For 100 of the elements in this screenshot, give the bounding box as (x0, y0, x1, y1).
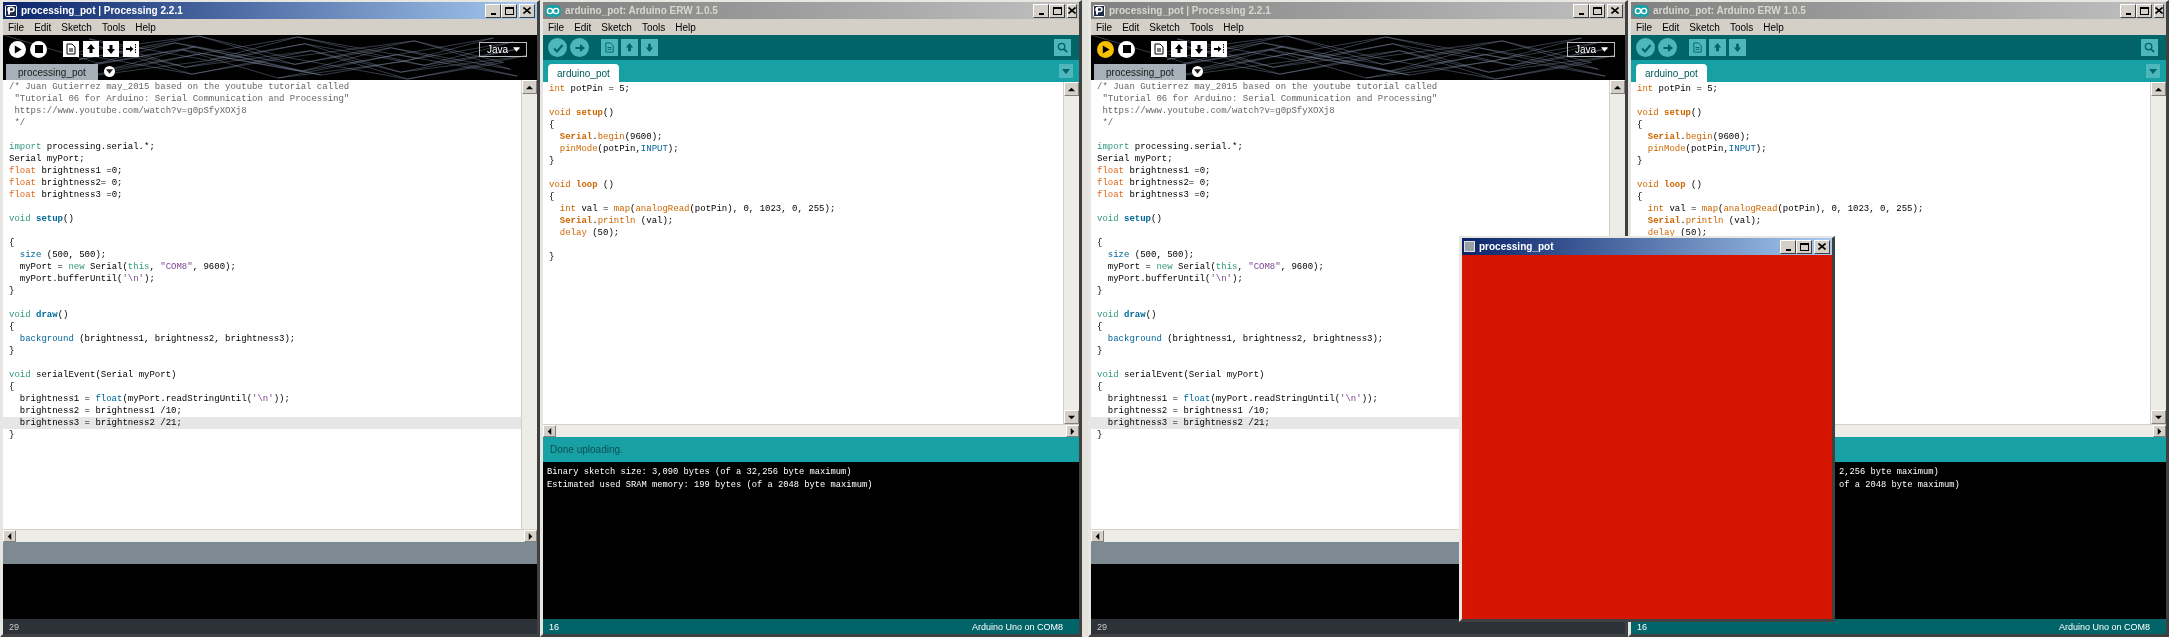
editor-tab[interactable]: arduino_pot (548, 64, 619, 82)
menu-item[interactable]: Help (1758, 21, 1789, 33)
code-line: } (549, 251, 555, 263)
vertical-scrollbar[interactable] (521, 80, 537, 529)
scroll-up-button[interactable] (522, 80, 537, 94)
menu-item[interactable]: Help (670, 21, 701, 33)
upload-button[interactable] (570, 38, 589, 57)
open-button[interactable] (1171, 41, 1187, 57)
verify-button[interactable] (1636, 38, 1655, 57)
editor-tab[interactable]: processing_pot (6, 64, 98, 80)
menu-item[interactable]: Edit (1657, 21, 1685, 33)
export-button[interactable] (1211, 41, 1227, 57)
maximize-button[interactable] (1589, 3, 1605, 18)
save-button[interactable] (103, 41, 119, 57)
run-button[interactable] (9, 40, 26, 58)
scroll-up-button[interactable] (1064, 82, 1079, 96)
scroll-right-button[interactable] (1066, 425, 1079, 437)
code-line: /* Juan Gutierrez may_2015 based on the youtube tutorial called (1097, 81, 1438, 93)
maximize-button[interactable] (1049, 3, 1065, 18)
upload-button[interactable] (1658, 38, 1677, 57)
menu-item[interactable]: Sketch (596, 21, 637, 33)
scroll-right-button[interactable] (2153, 425, 2166, 437)
menu-item[interactable]: Edit (1117, 21, 1145, 33)
menu-item[interactable]: Sketch (1684, 21, 1725, 33)
close-button[interactable] (519, 3, 535, 18)
minimize-button[interactable] (2120, 3, 2136, 18)
stop-button[interactable] (30, 40, 47, 58)
vertical-scrollbar[interactable] (2150, 82, 2166, 424)
horizontal-scrollbar[interactable] (543, 424, 1079, 437)
menu-item[interactable]: Tools (1184, 21, 1219, 33)
scroll-down-button[interactable] (2151, 410, 2166, 424)
scroll-left-button[interactable] (543, 425, 556, 437)
code-line: float brightness2= 0; (9, 177, 123, 189)
code-line: void draw() (1097, 309, 1157, 321)
menu-item[interactable]: Sketch (56, 21, 97, 33)
menu-item[interactable]: Edit (29, 21, 57, 33)
tab-menu-button[interactable] (1191, 66, 1203, 77)
scroll-left-button[interactable] (3, 530, 16, 542)
menu-item[interactable]: File (3, 21, 30, 33)
menu-item[interactable]: File (1091, 21, 1118, 33)
close-icon (1818, 243, 1826, 250)
menu-item[interactable]: File (1631, 21, 1658, 33)
maximize-button[interactable] (501, 3, 517, 18)
tab-menu-button[interactable] (103, 66, 115, 77)
menu-item[interactable]: File (543, 21, 570, 33)
menu-item[interactable]: Tools (636, 21, 671, 33)
menu-item[interactable]: Tools (96, 21, 131, 33)
editor-tab[interactable]: processing_pot (1094, 64, 1186, 80)
save-button[interactable] (1191, 41, 1207, 57)
close-button[interactable] (2154, 3, 2164, 18)
code-line: "Tutorial 06 for Arduino: Serial Communication and Processing" (13, 93, 350, 105)
document-icon (1153, 43, 1165, 55)
board-port-label: Arduino Uno on COM8 (2058, 621, 2150, 632)
scroll-right-button[interactable] (524, 530, 537, 542)
stop-button[interactable] (1118, 40, 1135, 58)
close-button[interactable] (1814, 239, 1830, 254)
scroll-left-button[interactable] (1091, 530, 1104, 542)
menu-item[interactable]: Sketch (1144, 21, 1185, 33)
menu-item[interactable]: Tools (1724, 21, 1759, 33)
new-button[interactable] (1151, 41, 1167, 57)
new-button[interactable] (63, 41, 79, 57)
code-line: int val = map(analogRead(potPin), 0, 1023, 0, 255); (1646, 203, 1924, 215)
stop-icon (1122, 45, 1131, 53)
mode-selector[interactable]: Java (478, 41, 527, 57)
minimize-button[interactable] (1780, 239, 1796, 254)
scroll-down-button[interactable] (1064, 410, 1079, 424)
minimize-button[interactable] (485, 3, 501, 18)
editor-tab[interactable]: arduino_pot (1636, 64, 1707, 82)
scroll-up-button[interactable] (2151, 82, 2166, 96)
open-button[interactable] (83, 41, 99, 57)
mode-selector[interactable]: Java (1566, 41, 1615, 57)
verify-button[interactable] (548, 38, 567, 57)
menu-item[interactable]: Edit (569, 21, 597, 33)
vertical-scrollbar[interactable] (1063, 82, 1079, 424)
minimize-button[interactable] (1033, 3, 1049, 18)
app-icon (5, 4, 17, 17)
console-line: Estimated used SRAM memory: 199 bytes (of a 2048 byte maximum) (547, 478, 873, 491)
code-line: { (9, 321, 15, 333)
export-button[interactable] (123, 41, 139, 57)
code-line: } (9, 429, 15, 441)
maximize-button[interactable] (1796, 239, 1812, 254)
close-button[interactable] (1607, 3, 1623, 18)
maximize-icon (504, 6, 514, 15)
run-button[interactable] (1097, 40, 1114, 58)
menu-item[interactable]: Help (130, 21, 161, 33)
serial-monitor-button[interactable] (1054, 39, 1071, 56)
code-line: } (1097, 429, 1103, 441)
minimize-button[interactable] (1573, 3, 1589, 18)
code-line: delay (50); (1646, 227, 1708, 239)
code-line: void loop () (1637, 179, 1702, 191)
code-line: { (1097, 381, 1103, 393)
code-line: import processing.serial.*; (9, 141, 155, 153)
maximize-button[interactable] (2136, 3, 2152, 18)
code-line: void setup() (1097, 213, 1162, 225)
horizontal-scrollbar[interactable] (3, 529, 537, 542)
code-line: } (9, 345, 15, 357)
scroll-up-button[interactable] (1610, 80, 1625, 94)
menu-item[interactable]: Help (1218, 21, 1249, 33)
serial-monitor-button[interactable] (2141, 39, 2158, 56)
close-button[interactable] (1067, 3, 1077, 18)
